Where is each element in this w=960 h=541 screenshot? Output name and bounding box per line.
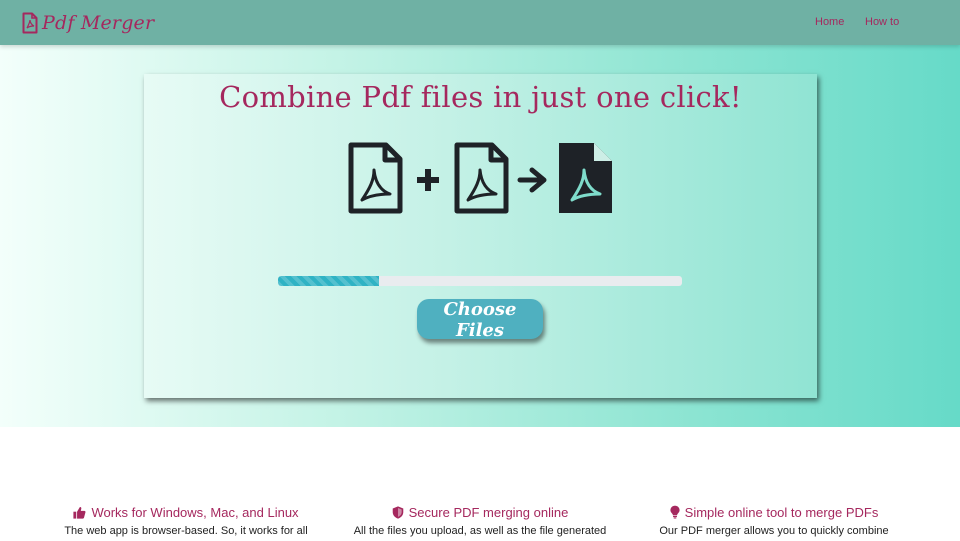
navbar: Pdf Merger Home How to (0, 0, 960, 45)
hero-section: Combine Pdf files in just one click! Cho… (0, 45, 960, 427)
feature-description: All the files you upload, as well as the… (353, 525, 607, 537)
features-section: Works for Windows, Mac, and Linux The we… (0, 427, 960, 537)
feature-title: Works for Windows, Mac, and Linux (56, 503, 316, 521)
choose-files-button[interactable]: Choose Files (417, 299, 543, 341)
feature-description: Our PDF merger allows you to quickly com… (659, 525, 889, 537)
feature-description: The web app is browser-based. So, it wor… (64, 525, 308, 537)
pdf-file-icon (348, 142, 403, 214)
nav-howto-link[interactable]: How to (865, 16, 899, 28)
feature-secure: Secure PDF merging online All the files … (350, 503, 610, 541)
feature-title: Secure PDF merging online (350, 503, 610, 521)
shield-icon (392, 505, 403, 519)
plus-icon (417, 169, 439, 191)
feature-title-text: Simple online tool to merge PDFs (684, 504, 879, 520)
brand-name: Pdf Merger (42, 12, 155, 34)
upload-progress-bar (278, 276, 682, 286)
lightbulb-icon (670, 505, 680, 519)
nav-home-link[interactable]: Home (815, 16, 844, 28)
merge-illustration (348, 142, 612, 214)
arrow-right-icon (517, 167, 547, 193)
feature-title: Simple online tool to merge PDFs (644, 503, 904, 521)
pdf-file-solid-icon (559, 143, 612, 213)
merge-card: Combine Pdf files in just one click! Cho… (144, 74, 817, 398)
feature-title-text: Secure PDF merging online (408, 504, 569, 520)
pdf-file-icon (22, 12, 38, 34)
feature-simple: Simple online tool to merge PDFs Our PDF… (644, 503, 904, 541)
hero-title: Combine Pdf files in just one click! (219, 80, 742, 114)
brand-logo[interactable]: Pdf Merger (22, 9, 154, 37)
feature-cross-platform: Works for Windows, Mac, and Linux The we… (56, 503, 316, 541)
upload-progress-fill (278, 276, 379, 286)
pdf-file-icon (454, 142, 509, 214)
feature-title-text: Works for Windows, Mac, and Linux (91, 504, 299, 520)
thumbs-up-icon (73, 506, 86, 519)
